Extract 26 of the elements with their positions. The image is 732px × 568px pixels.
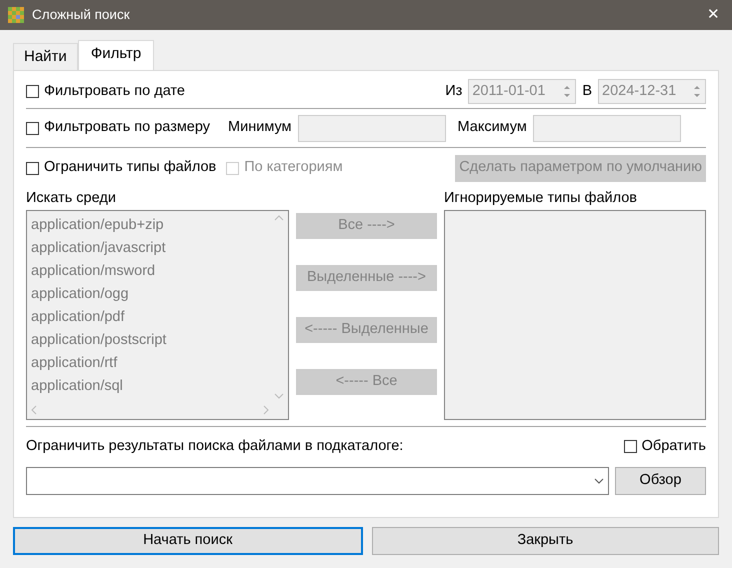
dialog-button[interactable]: Начать поиск: [13, 527, 362, 555]
window-title: Сложный поиск: [32, 6, 131, 24]
checkbox-label: Обратить: [642, 436, 706, 456]
minimum-label: Минимум: [228, 118, 292, 138]
app-icon: [8, 7, 24, 23]
dropdown-caret-icon: [594, 478, 604, 484]
checkbox-label: Ограничить типы файлов: [44, 158, 216, 178]
tab[interactable]: Найти: [13, 43, 78, 70]
tab[interactable]: Фильтр: [78, 40, 154, 70]
folder-combo[interactable]: [26, 466, 609, 495]
to-label: В: [582, 82, 592, 101]
browse-button[interactable]: Обзор: [615, 466, 706, 495]
checkbox-label: По категориям: [244, 158, 343, 178]
from-label: Из: [445, 82, 462, 101]
maximum-label: Максимум: [458, 118, 527, 138]
list-label: Игнорируемые типы файлов: [444, 189, 638, 208]
date-value: 2011-01-01: [472, 82, 546, 101]
date-value: 2024-12-31: [602, 82, 676, 101]
subfolder-label: Ограничить результаты поиска файлами в подкаталоге:: [26, 436, 404, 456]
checkbox-label: Фильтровать по дате: [44, 82, 185, 101]
list-label: Искать среди: [26, 189, 117, 208]
checkbox[interactable]: [624, 440, 637, 454]
checkbox-label: Фильтровать по размеру: [44, 118, 210, 138]
checkbox[interactable]: [26, 162, 39, 174]
dialog-button[interactable]: Закрыть: [372, 527, 719, 555]
close-button[interactable]: ✕: [703, 4, 724, 26]
